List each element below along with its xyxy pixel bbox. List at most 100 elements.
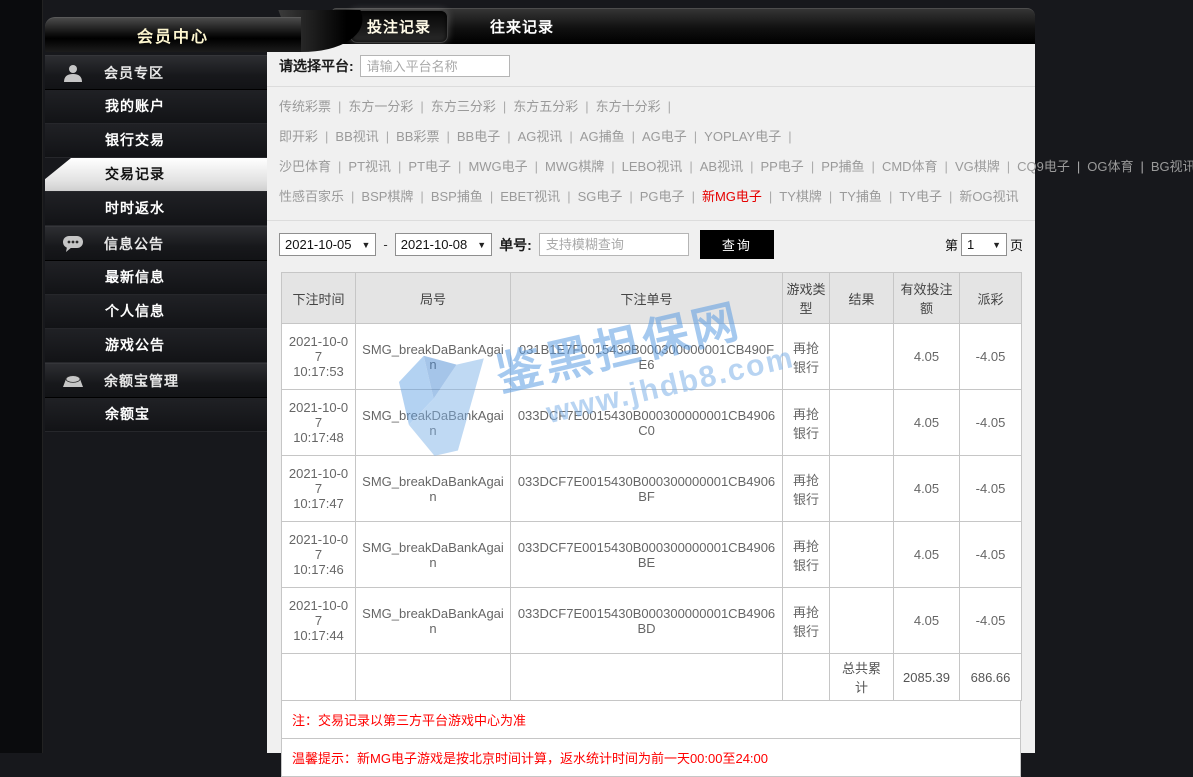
cell-order-number: 033DCF7E0015430B000300000001CB4906C0	[511, 390, 783, 456]
table-header-cell: 结果	[830, 273, 894, 324]
cell-bet-time: 2021-10-0710:17:47	[282, 456, 356, 522]
bet-date: 2021-10-07	[288, 334, 349, 364]
sidebar-item[interactable]: 最新信息	[45, 261, 267, 295]
platform-link[interactable]: 性感百家乐	[279, 189, 344, 204]
cell-total-payout: 686.66	[960, 654, 1022, 701]
platform-separator: |	[689, 159, 692, 174]
platform-separator: |	[788, 129, 791, 144]
platform-link[interactable]: PG电子	[640, 189, 685, 204]
platform-link[interactable]: AB视讯	[700, 159, 743, 174]
cell-result	[830, 324, 894, 390]
platform-link[interactable]: EBET视讯	[500, 189, 560, 204]
platform-link[interactable]: BG视讯	[1151, 159, 1193, 174]
table-header-cell: 下注时间	[282, 273, 356, 324]
sidebar-section-header[interactable]: 信息公告	[45, 226, 267, 261]
note-text: 注：交易记录以第三方平台游戏中心为准	[281, 701, 1021, 739]
tab-betting-records[interactable]: 投注记录	[350, 10, 448, 43]
page-title: 会员中心	[45, 17, 301, 52]
bet-date: 2021-10-07	[288, 400, 349, 430]
platform-link[interactable]: 东方十分彩	[596, 99, 661, 114]
platform-link[interactable]: AG捕鱼	[580, 129, 625, 144]
platform-link[interactable]: BSP捕鱼	[431, 189, 483, 204]
platform-separator: |	[325, 129, 328, 144]
platform-link[interactable]: BB视讯	[335, 129, 378, 144]
platform-link[interactable]: PP电子	[760, 159, 803, 174]
table-header-row: 下注时间局号下注单号游戏类型结果有效投注额派彩	[282, 273, 1022, 324]
platform-link[interactable]: PP捕鱼	[821, 159, 864, 174]
platform-link[interactable]: CQ9电子	[1017, 159, 1070, 174]
left-edge-strip	[0, 0, 43, 753]
cell-valid-bet: 4.05	[894, 522, 960, 588]
platform-name-input[interactable]	[360, 55, 510, 77]
cell-bet-time: 2021-10-0710:17:46	[282, 522, 356, 588]
platform-link[interactable]: 东方一分彩	[348, 99, 413, 114]
platform-link[interactable]: 沙巴体育	[279, 159, 331, 174]
platform-link[interactable]: PT电子	[408, 159, 451, 174]
platform-separator: |	[829, 189, 832, 204]
bet-date: 2021-10-07	[288, 532, 349, 562]
cell-total-label: 总共累计	[830, 654, 894, 701]
cell-total-valid-bet: 2085.39	[894, 654, 960, 701]
platform-link[interactable]: TY棋牌	[779, 189, 822, 204]
query-button[interactable]: 查询	[700, 230, 774, 259]
platform-link[interactable]: CMD体育	[882, 159, 938, 174]
date-to-select[interactable]: 2021-10-08 ▼	[395, 233, 492, 256]
platform-separator: |	[567, 189, 570, 204]
platform-link[interactable]: TY捕鱼	[839, 189, 882, 204]
platform-link[interactable]: MWG电子	[468, 159, 527, 174]
cell-payout: -4.05	[960, 390, 1022, 456]
date-from-select[interactable]: 2021-10-05 ▼	[279, 233, 376, 256]
platform-links-list: 传统彩票 | 东方一分彩 | 东方三分彩 | 东方五分彩 | 东方十分彩 | 即开彩 | BB视讯 | BB…	[267, 87, 1035, 221]
platform-link[interactable]: 新MG电子	[702, 189, 762, 204]
platform-link[interactable]: PT视讯	[348, 159, 391, 174]
bet-time: 10:17:44	[288, 628, 349, 643]
platform-link[interactable]: AG视讯	[518, 129, 563, 144]
cell-bet-time: 2021-10-0710:17:53	[282, 324, 356, 390]
page-number-value: 1	[967, 237, 974, 252]
platform-link[interactable]: BSP棋牌	[361, 189, 413, 204]
tab-transaction-records[interactable]: 往来记录	[474, 11, 570, 42]
platform-link[interactable]: 东方五分彩	[513, 99, 578, 114]
table-row: 2021-10-0710:17:46SMG_breakDaBankAgain03…	[282, 522, 1022, 588]
platform-link[interactable]: TY电子	[899, 189, 942, 204]
sidebar-item[interactable]: 交易记录	[45, 158, 267, 192]
user-icon	[62, 63, 84, 83]
cell-payout: -4.05	[960, 588, 1022, 654]
platform-link[interactable]: 传统彩票	[279, 99, 331, 114]
bet-time: 10:17:53	[288, 364, 349, 379]
order-number-input[interactable]	[539, 233, 689, 256]
platform-link[interactable]: 即开彩	[279, 129, 318, 144]
platform-separator: |	[535, 159, 538, 174]
platform-link[interactable]: BB彩票	[396, 129, 439, 144]
cell-result	[830, 522, 894, 588]
sidebar-item[interactable]: 时时返水	[45, 192, 267, 226]
cell-empty	[356, 654, 511, 701]
page-number-select[interactable]: 1 ▼	[961, 233, 1007, 256]
platform-link[interactable]: AG电子	[642, 129, 687, 144]
bet-date: 2021-10-07	[288, 598, 349, 628]
platform-link[interactable]: VG棋牌	[955, 159, 1000, 174]
platform-link[interactable]: BB电子	[457, 129, 500, 144]
sidebar-section-header[interactable]: 余额宝管理	[45, 363, 267, 398]
cell-game-type: 再抢银行	[783, 390, 830, 456]
sidebar-item[interactable]: 个人信息	[45, 295, 267, 329]
sidebar-item[interactable]: 余额宝	[45, 398, 267, 432]
platform-link[interactable]: MWG棋牌	[545, 159, 604, 174]
ingot-icon	[62, 371, 84, 391]
date-to-value: 2021-10-08	[401, 237, 468, 252]
platform-link[interactable]: SG电子	[578, 189, 623, 204]
sidebar: 会员专区我的账户银行交易交易记录时时返水信息公告最新信息个人信息游戏公告余额宝管…	[45, 55, 267, 432]
platform-link[interactable]: 新OG视讯	[959, 189, 1018, 204]
platform-separator: |	[351, 189, 354, 204]
platform-link[interactable]: OG体育	[1087, 159, 1133, 174]
platform-separator: |	[750, 159, 753, 174]
sidebar-item[interactable]: 银行交易	[45, 124, 267, 158]
sidebar-item[interactable]: 我的账户	[45, 90, 267, 124]
platform-link[interactable]: YOPLAY电子	[704, 129, 781, 144]
platform-link[interactable]: LEBO视讯	[622, 159, 683, 174]
sidebar-item[interactable]: 游戏公告	[45, 329, 267, 363]
cell-round-id: SMG_breakDaBankAgain	[356, 522, 511, 588]
platform-link[interactable]: 东方三分彩	[431, 99, 496, 114]
sidebar-section-header[interactable]: 会员专区	[45, 55, 267, 90]
cell-result	[830, 456, 894, 522]
